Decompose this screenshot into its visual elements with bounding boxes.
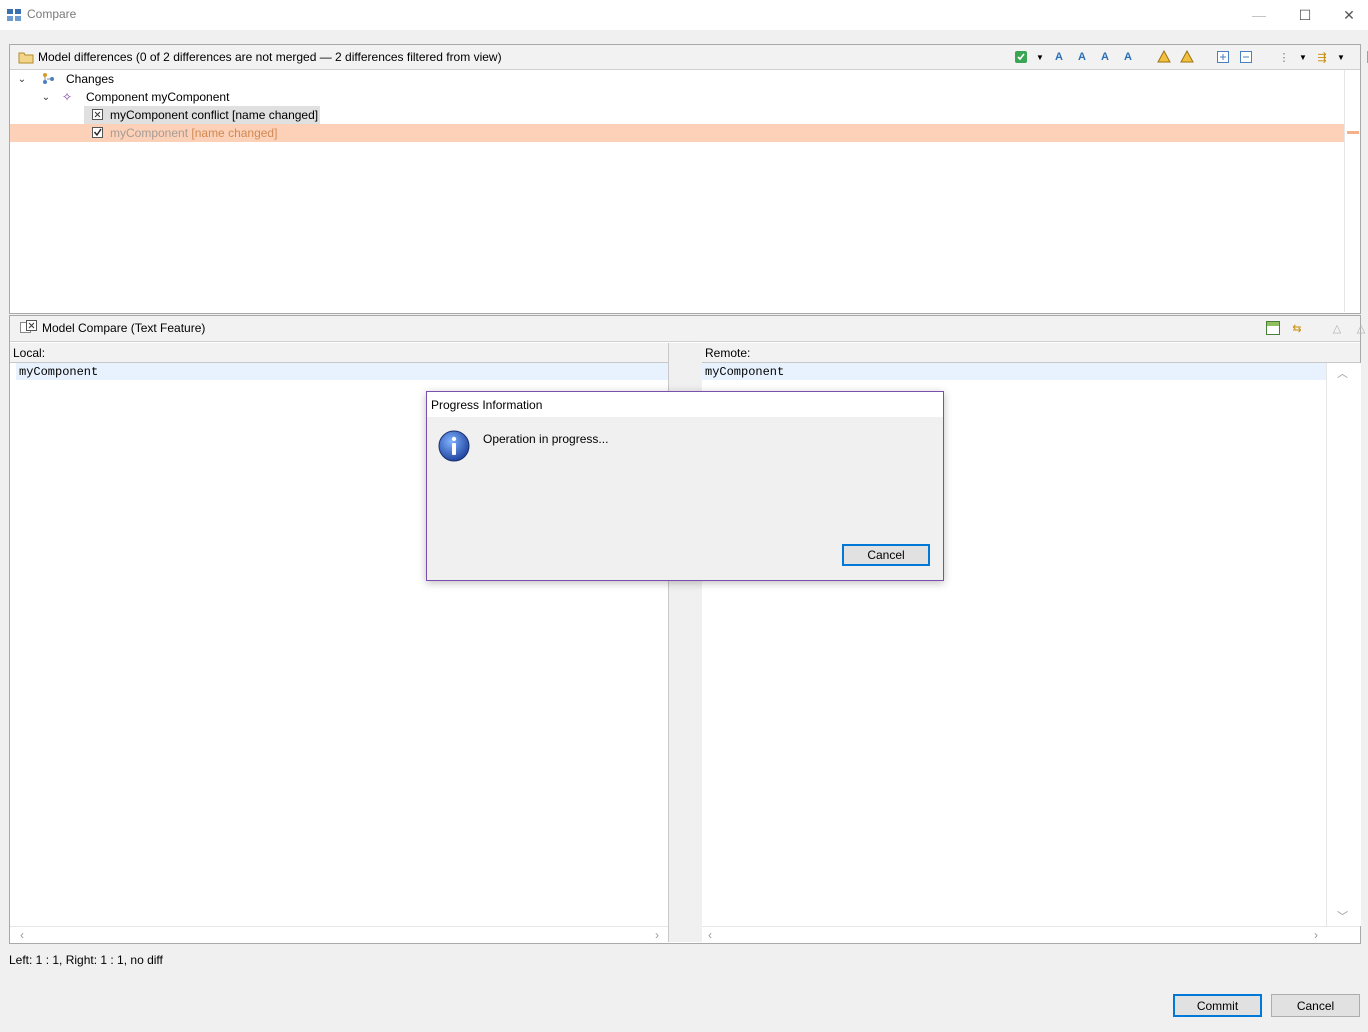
next-difference-icon[interactable]: △ (1329, 320, 1345, 336)
chevron-down-icon[interactable]: ⌄ (40, 91, 52, 103)
local-horizontal-scrollbar[interactable]: ‹ › (10, 926, 668, 943)
remote-label: Remote: (705, 346, 751, 360)
collapse-all-icon[interactable] (1238, 49, 1254, 65)
scroll-left-icon[interactable]: ‹ (708, 928, 712, 942)
tree-label-component: Component myComponent (86, 90, 230, 104)
reject-change-icon[interactable]: A (1074, 49, 1090, 65)
tree-label-name: myComponent (110, 126, 189, 140)
tree-label-changes: Changes (66, 72, 115, 86)
status-text: Left: 1 : 1, Right: 1 : 1, no diff (9, 953, 163, 967)
tree-label-tag: [name changed] (188, 126, 278, 140)
merged-filter-icon[interactable] (1013, 49, 1029, 65)
tree-node-component[interactable]: ⌄ ✧ Component myComponent (40, 88, 230, 106)
previous-difference-icon[interactable]: △ (1353, 320, 1368, 336)
component-icon: ✧ (62, 90, 73, 104)
model-differences-title: Model differences (0 of 2 differences ar… (38, 50, 502, 64)
diff-marker[interactable] (1347, 131, 1359, 134)
info-icon (438, 430, 470, 462)
diff-overview-ruler[interactable] (1344, 70, 1360, 312)
scroll-up-icon[interactable]: ︿ (1337, 365, 1348, 381)
text-compare-icon (20, 320, 38, 336)
scroll-down-icon[interactable]: ﹀ (1337, 908, 1348, 924)
accept-change-icon[interactable]: A (1051, 49, 1067, 65)
previous-diff-icon[interactable] (1179, 49, 1195, 65)
model-compare-title: Model Compare (Text Feature) (42, 321, 206, 335)
compare-toolbar: ⇆ △ △ (1265, 320, 1368, 336)
maximize-icon: ☐ (1298, 6, 1312, 23)
reject-all-icon[interactable]: A (1120, 49, 1136, 65)
title-bar: Compare — ☐ ✕ (0, 0, 1368, 30)
remote-pane-header: Remote: (702, 343, 1360, 363)
progress-dialog: Progress Information Operation in progre… (426, 391, 944, 581)
tree-item-conflict[interactable]: myComponent conflict [name changed] (84, 106, 321, 124)
close-button[interactable]: ✕ (1326, 0, 1368, 30)
tree-item-name-changed[interactable]: myComponent [name changed] (84, 124, 277, 142)
group-icon[interactable]: ⋮ (1276, 49, 1292, 65)
scroll-right-icon[interactable]: › (1314, 928, 1318, 942)
remote-horizontal-scrollbar[interactable]: ‹ › (702, 926, 1360, 943)
chevron-down-icon[interactable]: ⌄ (16, 73, 28, 85)
window-title: Compare (27, 7, 77, 21)
dialog-message: Operation in progress... (483, 432, 609, 446)
cancel-button[interactable]: Cancel (1271, 994, 1360, 1017)
scroll-right-icon[interactable]: › (655, 928, 659, 942)
minimize-icon: — (1252, 7, 1266, 23)
next-diff-icon[interactable] (1156, 49, 1172, 65)
tree-label-conflict: myComponent conflict [name changed] (110, 108, 319, 122)
model-differences-panel: Model differences (0 of 2 differences ar… (9, 44, 1368, 314)
diff-toolbar: ▼ A A A A ⋮ ▼ ⇶ ▼ (1013, 49, 1368, 65)
dialog-title: Progress Information (431, 398, 543, 412)
expand-all-icon[interactable] (1215, 49, 1231, 65)
filter-icon[interactable]: ⇶ (1314, 49, 1330, 65)
scroll-left-icon[interactable]: ‹ (20, 928, 24, 942)
chevron-down-icon[interactable]: ▼ (1036, 49, 1044, 65)
remote-current-line (702, 363, 1326, 380)
dialog-title-bar: Progress Information (427, 392, 943, 417)
local-value[interactable]: myComponent (19, 365, 98, 379)
local-current-line (16, 363, 668, 380)
checked-icon (84, 127, 108, 139)
model-differences-header: Model differences (0 of 2 differences ar… (10, 45, 1368, 70)
commit-button[interactable]: Commit (1173, 994, 1262, 1017)
chevron-down-icon[interactable]: ▼ (1337, 49, 1345, 65)
chevron-down-icon[interactable]: ▼ (1299, 49, 1307, 65)
conflict-icon (84, 109, 108, 121)
remote-value[interactable]: myComponent (705, 365, 784, 379)
copy-changes-icon[interactable]: ⇆ (1289, 320, 1305, 336)
app-icon (7, 8, 21, 22)
model-compare-header: Model Compare (Text Feature) ⇆ △ △ (10, 316, 1365, 342)
maximize-button[interactable]: ☐ (1282, 0, 1328, 30)
close-icon: ✕ (1343, 6, 1355, 23)
minimize-button[interactable]: — (1236, 0, 1282, 30)
dialog-cancel-button[interactable]: Cancel (842, 544, 930, 566)
local-pane-header: Local: (10, 343, 668, 363)
remote-vertical-scrollbar[interactable]: ︿ ﹀ (1326, 363, 1361, 926)
local-label: Local: (13, 346, 46, 360)
layout-icon[interactable] (1265, 320, 1281, 336)
changes-icon (42, 72, 58, 86)
accept-all-icon[interactable]: A (1097, 49, 1113, 65)
folder-icon (18, 49, 34, 65)
tree-node-changes[interactable]: ⌄ Changes (16, 70, 114, 88)
